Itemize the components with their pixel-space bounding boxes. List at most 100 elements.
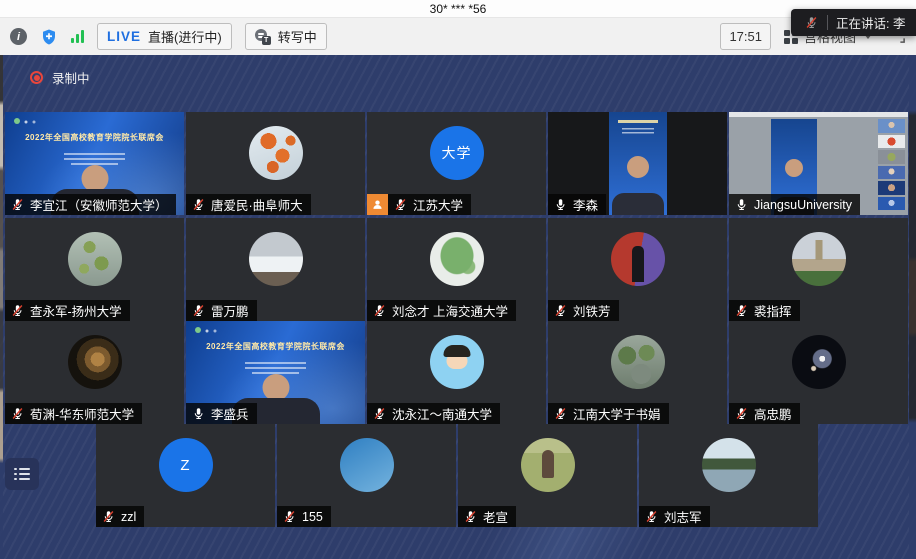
mic-muted-icon	[804, 15, 819, 30]
avatar: Z	[159, 438, 213, 492]
avatar-shell	[68, 335, 122, 389]
participant-name: 裘指挥	[754, 301, 792, 320]
participant-name: 刘念才 上海交通大学	[392, 301, 508, 320]
background-window-edge-right	[909, 55, 916, 559]
mic-muted-icon	[191, 303, 206, 318]
participant-name-label: 沈永江～南通大学	[367, 403, 500, 424]
avatar-garden	[611, 335, 665, 389]
participant-name-label: 刘铁芳	[548, 300, 619, 321]
mic-muted-icon	[734, 406, 749, 421]
participant-name-label: JiangsuUniversity	[729, 194, 860, 215]
mic-muted-icon	[282, 509, 297, 524]
participant-name-label: 李宜江（安徽师范大学）	[5, 194, 176, 215]
participant-name-label: 刘念才 上海交通大学	[367, 300, 516, 321]
participant-tile[interactable]: 沈永江～南通大学	[367, 321, 546, 424]
user-badge-icon	[367, 194, 388, 215]
participant-tile[interactable]: 查永军-扬州大学	[5, 218, 184, 321]
live-stream-button[interactable]: LIVE 直播(进行中)	[97, 23, 232, 50]
participant-tile[interactable]: 刘念才 上海交通大学	[367, 218, 546, 321]
participant-name-label: 荀渊-华东师范大学	[5, 403, 142, 424]
participant-name: 155	[302, 510, 323, 524]
mic-on-icon	[734, 197, 749, 212]
mic-muted-icon	[372, 303, 387, 318]
participant-name-label: 雷万鹏	[186, 300, 257, 321]
participant-name-label: 李盛兵	[186, 403, 257, 424]
participant-tile[interactable]: 裘指挥	[729, 218, 908, 321]
speaking-toast: 正在讲话: 李	[791, 9, 916, 36]
participant-tile[interactable]: 荀渊-华东师范大学	[5, 321, 184, 424]
avatar-skyblue	[340, 438, 394, 492]
participant-tile[interactable]: 唐爱民·曲阜师大	[186, 112, 365, 215]
network-signal-icon[interactable]	[71, 30, 84, 43]
participant-name-label: 高忠鹏	[729, 403, 800, 424]
toolbar: i LIVE 直播(进行中) T 转写中 17:51 宫格视图	[0, 18, 916, 56]
participant-name: 李盛兵	[211, 404, 249, 423]
live-badge: LIVE	[107, 29, 141, 44]
participant-name: 李森	[573, 195, 598, 214]
participant-name-label: zzl	[96, 506, 144, 527]
mic-muted-icon	[191, 197, 206, 212]
participant-name-label: 刘志军	[639, 506, 710, 527]
mic-muted-icon	[372, 406, 387, 421]
participant-name: 荀渊-华东师范大学	[30, 404, 134, 423]
mic-muted-icon	[553, 406, 568, 421]
backdrop-title: 2022年全国高校教育学院院长联席会	[5, 132, 184, 143]
meeting-time: 17:51	[729, 29, 762, 44]
avatar-map	[430, 232, 484, 286]
mic-muted-icon	[101, 509, 116, 524]
backdrop-title: 2022年全国高校教育学院院长联席会	[186, 341, 365, 352]
participant-tile[interactable]: 刘铁芳	[548, 218, 727, 321]
speaking-toast-text: 正在讲话: 李	[836, 13, 905, 32]
participant-tile[interactable]: JiangsuUniversity	[729, 112, 908, 215]
avatar-field	[521, 438, 575, 492]
avatar-book	[792, 335, 846, 389]
info-icon[interactable]: i	[10, 28, 27, 45]
meeting-number-title: 30* *** *56	[430, 2, 487, 16]
participant-grid-row-4: Zzzl 155 老宣 刘志军	[0, 424, 818, 527]
mic-muted-icon	[644, 509, 659, 524]
security-shield-icon[interactable]	[40, 28, 58, 46]
mic-muted-icon	[393, 197, 408, 212]
participant-name: 查永军-扬州大学	[30, 301, 122, 320]
participant-tile[interactable]: 2022年全国高校教育学院院长联席会李宜江（安徽师范大学）	[5, 112, 184, 215]
participant-name: 江苏大学	[413, 195, 463, 214]
live-stream-label: 直播(进行中)	[148, 27, 222, 46]
transcription-icon: T	[255, 29, 271, 45]
participant-name-label: 查永军-扬州大学	[5, 300, 130, 321]
participant-tile[interactable]: Zzzl	[96, 424, 275, 527]
recording-label: 录制中	[52, 68, 90, 87]
participant-name: 老宣	[483, 507, 508, 526]
recording-indicator: 录制中	[30, 68, 90, 87]
participant-tile[interactable]: 大学江苏大学	[367, 112, 546, 215]
mic-muted-icon	[10, 303, 25, 318]
mic-muted-icon	[463, 509, 478, 524]
avatar-stage	[611, 232, 665, 286]
avatar: 大学	[430, 126, 484, 180]
participant-tile[interactable]: 雷万鹏	[186, 218, 365, 321]
avatar-lake	[702, 438, 756, 492]
participant-tile[interactable]: 高忠鹏	[729, 321, 908, 424]
participant-name: 刘志军	[664, 507, 702, 526]
avatar-persimmon	[249, 126, 303, 180]
participant-name: 江南大学于书娟	[573, 404, 661, 423]
participant-tile[interactable]: 155	[277, 424, 456, 527]
mic-muted-icon	[10, 197, 25, 212]
participant-name: 雷万鹏	[211, 301, 249, 320]
window-titlebar: 30* *** *56	[0, 0, 916, 18]
participant-tile[interactable]: 2022年全国高校教育学院院长联席会李盛兵	[186, 321, 365, 424]
meeting-window: 30* *** *56 i LIVE 直播(进行中) T 转写中 17:51 宫…	[0, 0, 916, 559]
university-logo	[14, 118, 20, 124]
participant-name: 高忠鹏	[754, 404, 792, 423]
participant-tile[interactable]: 老宣	[458, 424, 637, 527]
participant-tile[interactable]: 江南大学于书娟	[548, 321, 727, 424]
shared-thumbnail-strip	[878, 119, 905, 210]
avatar-snow	[249, 232, 303, 286]
meeting-duration: 17:51	[720, 23, 771, 50]
participant-tile[interactable]: 李森	[548, 112, 727, 215]
participant-tile[interactable]: 刘志军	[639, 424, 818, 527]
participant-name-label: 江南大学于书娟	[548, 403, 669, 424]
participant-name: JiangsuUniversity	[754, 198, 852, 212]
transcription-label: 转写中	[278, 27, 317, 46]
transcription-button[interactable]: T 转写中	[245, 23, 327, 50]
participant-list-button[interactable]	[5, 458, 39, 490]
